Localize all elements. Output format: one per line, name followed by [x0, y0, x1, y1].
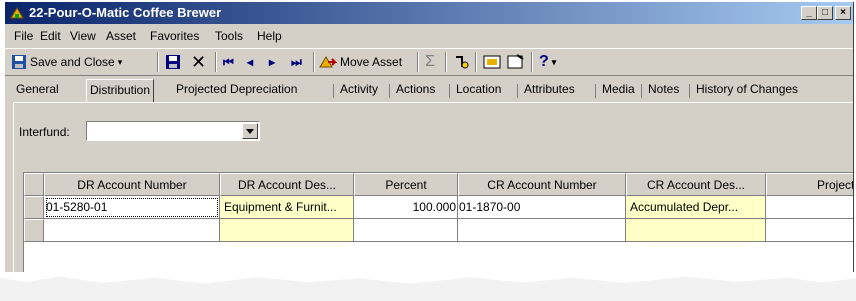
move-asset-label: Move Asset — [340, 55, 403, 69]
table-cell[interactable] — [44, 219, 220, 242]
save-button[interactable] — [165, 52, 181, 72]
tab-location[interactable]: Location — [453, 82, 504, 100]
tab-separator — [333, 84, 334, 98]
toolbar-separator — [215, 52, 217, 72]
table-cell[interactable]: Equipment & Furnit... — [220, 196, 354, 219]
torn-edge — [0, 276, 856, 301]
tab-separator — [641, 84, 642, 98]
menu-asset[interactable]: Asset — [106, 29, 136, 43]
tab-strip: General Distribution Projected Depreciat… — [13, 79, 853, 102]
toolbar-separator — [313, 52, 315, 72]
toolbar-separator — [445, 52, 447, 72]
tab-separator — [689, 84, 690, 98]
tab-notes[interactable]: Notes — [645, 82, 682, 100]
distribution-grid: DR Account Number DR Account Des... Perc… — [23, 172, 853, 272]
delete-icon[interactable]: ✕ — [191, 52, 206, 72]
minimize-button[interactable]: _ — [801, 6, 817, 20]
table-cell[interactable] — [766, 219, 853, 242]
table-cell[interactable]: 100.000 — [354, 196, 458, 219]
interfund-select[interactable] — [86, 121, 260, 141]
tab-separator — [595, 84, 596, 98]
save-close-icon — [12, 55, 26, 69]
toolbar: Save and Close ▾ ✕ ⏮ ◂ ▸ ⏭ Move Asset Σ — [5, 48, 853, 76]
table-cell[interactable] — [458, 219, 626, 242]
tab-separator — [517, 84, 518, 98]
column-header-percent[interactable]: Percent — [354, 173, 458, 196]
menu-file[interactable]: File — [14, 29, 33, 43]
close-button[interactable]: × — [835, 6, 851, 20]
table-cell[interactable] — [626, 219, 766, 242]
chevron-down-icon — [246, 129, 254, 134]
next-record-icon[interactable]: ▸ — [269, 52, 275, 72]
table-cell[interactable] — [766, 196, 853, 219]
menu-bar: File Edit View Asset Favorites Tools Hel… — [5, 26, 853, 46]
toolbar-separator — [475, 52, 477, 72]
save-and-close-label: Save and Close — [30, 55, 115, 69]
column-header-cr-account-number[interactable]: CR Account Number — [458, 173, 626, 196]
query-icon[interactable] — [453, 52, 471, 72]
column-header-dr-account-number[interactable]: DR Account Number — [44, 173, 220, 196]
asset-icon — [10, 7, 24, 19]
menu-view[interactable]: View — [70, 29, 96, 43]
toolbar-separator — [531, 52, 533, 72]
tab-activity[interactable]: Activity — [337, 82, 381, 100]
tab-attributes[interactable]: Attributes — [521, 82, 578, 100]
tab-media[interactable]: Media — [599, 82, 638, 100]
table-cell[interactable] — [220, 219, 354, 242]
maximize-button[interactable]: □ — [817, 6, 833, 20]
row-selector[interactable] — [24, 196, 44, 219]
tab-history-of-changes[interactable]: History of Changes — [693, 82, 801, 100]
tab-separator — [389, 84, 390, 98]
asset-window: 22-Pour-O-Matic Coffee Brewer _ □ × File… — [4, 2, 854, 272]
table-cell[interactable]: 01-5280-01 — [44, 196, 220, 219]
grid-corner — [24, 173, 44, 196]
tab-general[interactable]: General — [13, 82, 62, 100]
interfund-label: Interfund: — [19, 125, 70, 139]
window-title: 22-Pour-O-Matic Coffee Brewer — [29, 5, 222, 20]
table-cell[interactable] — [354, 219, 458, 242]
tab-actions[interactable]: Actions — [393, 82, 438, 100]
title-bar[interactable]: 22-Pour-O-Matic Coffee Brewer _ □ × — [5, 2, 853, 24]
interfund-dropdown-button[interactable] — [242, 123, 258, 139]
dropdown-arrow-icon: ▾ — [117, 56, 123, 67]
help-icon[interactable]: ? ▾ — [539, 52, 556, 72]
toolbar-separator — [157, 52, 159, 72]
move-asset-icon — [319, 56, 337, 68]
properties-icon[interactable] — [507, 52, 525, 72]
menu-tools[interactable]: Tools — [215, 29, 243, 43]
column-header-cr-account-description[interactable]: CR Account Des... — [626, 173, 766, 196]
first-record-icon[interactable]: ⏮ — [223, 52, 234, 72]
column-header-dr-account-description[interactable]: DR Account Des... — [220, 173, 354, 196]
attach-icon[interactable] — [483, 52, 501, 72]
tab-separator — [449, 84, 450, 98]
menu-help[interactable]: Help — [257, 29, 282, 43]
save-and-close-button[interactable]: Save and Close ▾ — [11, 52, 122, 72]
save-icon — [166, 55, 180, 69]
move-asset-button[interactable]: Move Asset — [319, 52, 402, 72]
dropdown-arrow-icon: ▾ — [551, 56, 557, 67]
menu-favorites[interactable]: Favorites — [150, 29, 199, 43]
sum-icon[interactable]: Σ — [425, 52, 435, 72]
last-record-icon[interactable]: ⏭ — [291, 52, 302, 72]
previous-record-icon[interactable]: ◂ — [247, 52, 253, 72]
column-header-project[interactable]: Project I — [766, 173, 853, 196]
table-cell[interactable]: 01-1870-00 — [458, 196, 626, 219]
tab-distribution[interactable]: Distribution — [86, 79, 155, 102]
toolbar-separator — [417, 52, 419, 72]
tab-projected-depreciation[interactable]: Projected Depreciation — [173, 82, 300, 100]
row-selector[interactable] — [24, 219, 44, 242]
table-cell[interactable]: Accumulated Depr... — [626, 196, 766, 219]
menu-edit[interactable]: Edit — [40, 29, 61, 43]
